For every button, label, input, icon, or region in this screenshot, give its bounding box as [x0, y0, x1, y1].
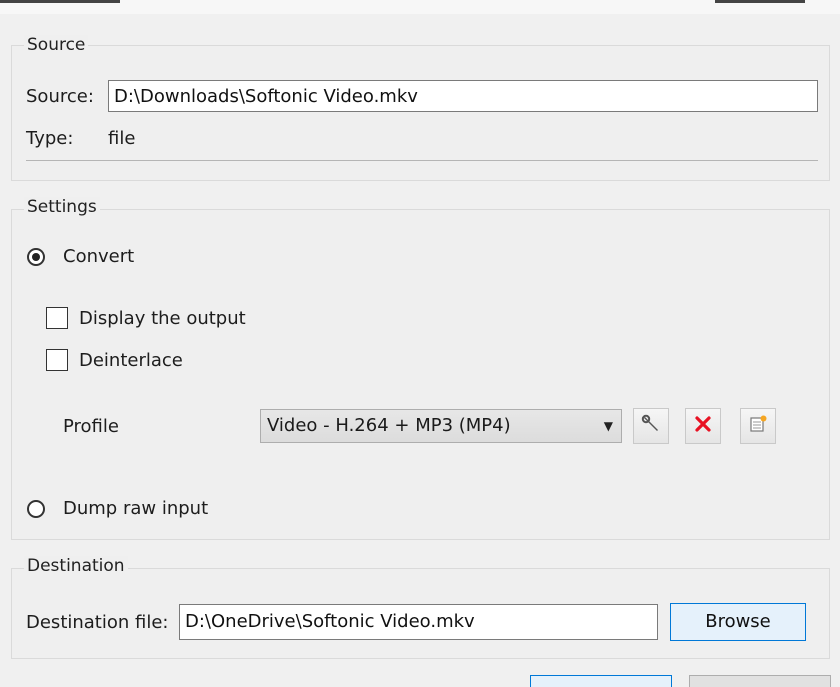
source-group-title: Source	[24, 35, 89, 55]
source-divider	[26, 160, 818, 161]
convert-label[interactable]: Convert	[63, 246, 134, 267]
type-label: Type:	[26, 128, 74, 149]
destination-group: Destination Destination file: D:\OneDriv…	[11, 556, 830, 659]
source-group-frame: Source Source: D:\Downloads\Softonic Vid…	[11, 35, 830, 181]
wrench-icon	[641, 414, 661, 439]
browse-button[interactable]: Browse	[670, 603, 806, 641]
title-bar-fragment-right	[715, 0, 805, 3]
cancel-button-partial[interactable]	[689, 675, 831, 687]
title-bar-fragment-left	[0, 0, 120, 3]
delete-profile-button[interactable]	[685, 408, 721, 444]
convert-radio[interactable]	[27, 248, 45, 266]
type-value: file	[108, 128, 136, 149]
destination-file-label: Destination file:	[26, 612, 169, 633]
destination-path-field[interactable]: D:\OneDrive\Softonic Video.mkv	[179, 604, 658, 640]
chevron-down-icon: ▼	[603, 419, 613, 433]
profile-selected-value: Video - H.264 + MP3 (MP4)	[267, 415, 511, 436]
settings-group: Settings Convert Display the output Dein…	[11, 197, 830, 540]
source-label: Source:	[26, 86, 94, 107]
title-bar-strip	[0, 0, 840, 14]
dump-raw-radio[interactable]	[27, 500, 45, 518]
display-output-label[interactable]: Display the output	[79, 308, 246, 329]
edit-profile-button[interactable]	[633, 408, 669, 444]
new-profile-icon	[748, 414, 768, 439]
source-path-field[interactable]: D:\Downloads\Softonic Video.mkv	[108, 80, 818, 112]
deinterlace-label[interactable]: Deinterlace	[79, 350, 183, 371]
start-button-partial[interactable]	[530, 675, 672, 687]
red-x-icon	[694, 415, 712, 438]
settings-group-title: Settings	[24, 197, 100, 217]
profile-label: Profile	[63, 416, 119, 437]
dump-raw-label[interactable]: Dump raw input	[63, 498, 208, 519]
new-profile-button[interactable]	[740, 408, 776, 444]
destination-group-title: Destination	[24, 556, 128, 576]
profile-dropdown[interactable]: Video - H.264 + MP3 (MP4) ▼	[260, 409, 622, 443]
display-output-checkbox[interactable]	[46, 307, 68, 329]
deinterlace-checkbox[interactable]	[46, 349, 68, 371]
